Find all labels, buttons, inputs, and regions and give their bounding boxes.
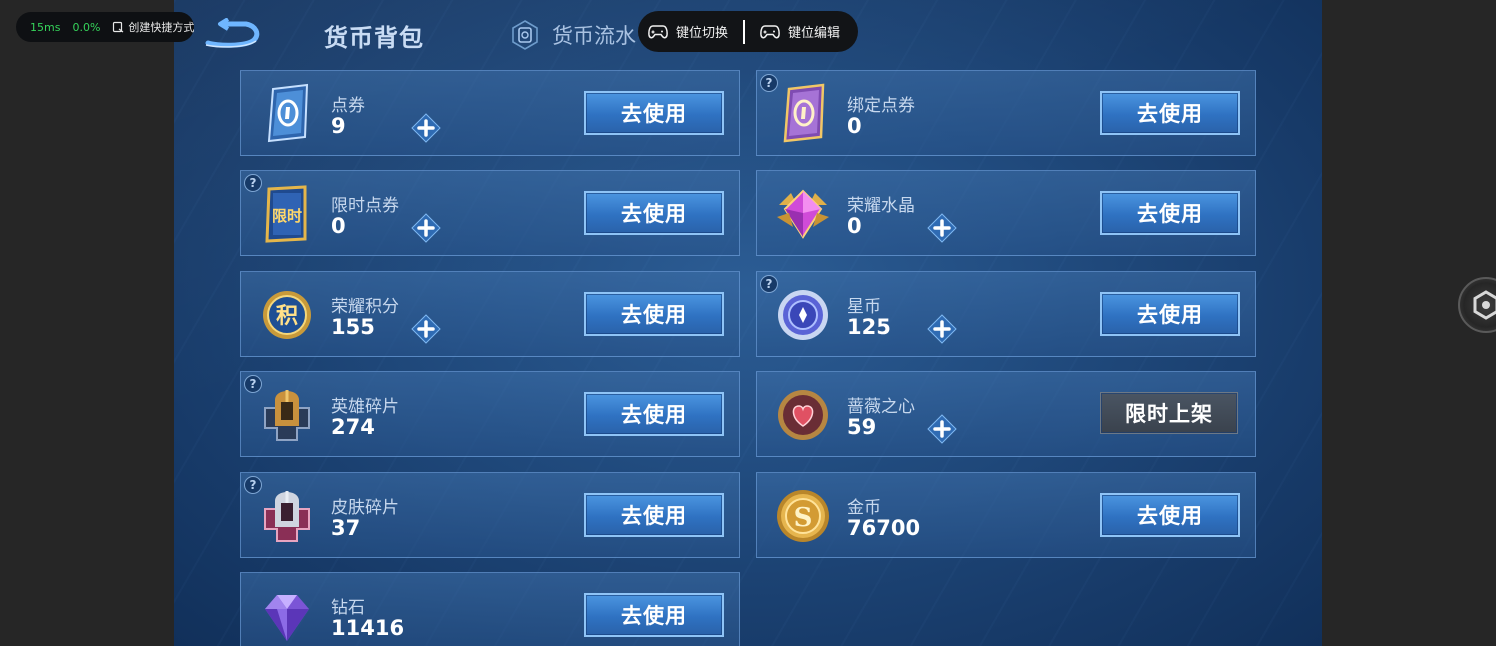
currency-card: ? 星币 125 去使用	[756, 270, 1256, 357]
skin-fragment-icon	[259, 485, 315, 547]
currency-name: 蔷薇之心	[847, 397, 915, 418]
currency-name: 绑定点券	[847, 96, 915, 116]
currency-name: 荣耀水晶	[847, 196, 915, 217]
currency-name: 点券	[331, 96, 365, 116]
currency-name: 星币	[847, 296, 881, 317]
diamond-icon	[259, 585, 315, 646]
hexagon-icon	[1473, 290, 1496, 320]
use-button[interactable]: 去使用	[584, 392, 724, 437]
create-shortcut-button[interactable]: 创建快捷方式	[112, 19, 194, 35]
currency-count: 76700	[847, 515, 921, 540]
toolbar-divider	[743, 19, 746, 44]
bound-coupon-card-icon	[775, 83, 831, 145]
svg-text:限时: 限时	[272, 207, 302, 225]
add-currency-icon[interactable]	[411, 314, 441, 344]
use-button[interactable]: 去使用	[584, 191, 724, 236]
limited-time-button[interactable]: 限时上架	[1100, 392, 1238, 435]
glory-points-icon: 积	[259, 284, 315, 346]
currency-card: S 金币 76700 去使用	[756, 471, 1256, 558]
svg-text:S: S	[794, 503, 813, 533]
keymap-switch-button[interactable]: 键位切换	[648, 22, 728, 41]
tab-currency-flow[interactable]: 货币流水	[510, 20, 636, 50]
use-button[interactable]: 去使用	[584, 593, 724, 637]
currency-name: 限时点券	[331, 196, 399, 217]
floating-control-button[interactable]	[1458, 277, 1496, 333]
screen: 货币背包 货币流水 点券 9 去使用? 绑定点券 0 去使用? 限时 限时点券 0 去使用 荣耀水晶…	[0, 0, 1496, 646]
currency-card: ? 限时 限时点券 0 去使用	[240, 170, 740, 257]
coupon-card-icon	[259, 83, 315, 145]
currency-card: 蔷薇之心 59 限时上架	[756, 371, 1256, 458]
add-currency-icon[interactable]	[411, 113, 441, 143]
currency-count: 37	[331, 515, 361, 540]
currency-count: 0	[847, 114, 862, 138]
add-currency-icon[interactable]	[927, 414, 957, 444]
keymap-toolbar: 键位切换 键位编辑	[638, 11, 858, 52]
glory-crystal-icon	[775, 183, 831, 245]
add-currency-icon[interactable]	[927, 213, 957, 244]
keymap-edit-label: 键位编辑	[788, 26, 841, 41]
shortcut-icon	[113, 21, 124, 33]
gold-coin-icon: S	[775, 485, 831, 547]
packet-loss-readout: 0.0%	[72, 20, 101, 34]
currency-count: 59	[847, 415, 877, 440]
currency-name: 钻石	[331, 598, 365, 618]
currency-count: 11416	[331, 616, 405, 640]
performance-overlay: 15ms 0.0% 创建快捷方式	[16, 12, 194, 42]
gamepad-edit-icon	[760, 24, 780, 38]
currency-card: 荣耀水晶 0 去使用	[756, 170, 1256, 257]
hero-fragment-icon	[259, 384, 315, 446]
use-button[interactable]: 去使用	[584, 492, 724, 537]
gamepad-icon	[648, 24, 668, 38]
add-currency-icon[interactable]	[411, 213, 441, 244]
game-view: 货币背包 货币流水 点券 9 去使用? 绑定点券 0 去使用? 限时 限时点券 0 去使用 荣耀水晶…	[174, 0, 1322, 646]
currency-card: ? 英雄碎片 274 去使用	[240, 371, 740, 458]
create-shortcut-label: 创建快捷方式	[128, 21, 195, 34]
currency-card: ? 绑定点券 0 去使用	[756, 70, 1256, 156]
rose-heart-icon	[775, 384, 831, 446]
svg-text:积: 积	[276, 304, 298, 329]
currency-name: 金币	[847, 497, 881, 518]
tab-currency-bag[interactable]: 货币背包	[324, 18, 424, 53]
currency-card: 点券 9 去使用	[240, 70, 740, 156]
star-coin-icon	[775, 284, 831, 346]
currency-card: 钻石 11416 去使用	[240, 572, 740, 646]
use-button[interactable]: 去使用	[1100, 492, 1240, 537]
use-button[interactable]: 去使用	[1100, 91, 1240, 135]
use-button[interactable]: 去使用	[1100, 191, 1240, 236]
limited-coupon-icon: 限时	[259, 183, 315, 245]
use-button[interactable]: 去使用	[584, 291, 724, 336]
latency-readout: 15ms	[30, 20, 61, 34]
currency-count: 0	[331, 214, 346, 239]
keymap-edit-button[interactable]: 键位编辑	[760, 22, 840, 41]
currency-count: 274	[331, 415, 375, 440]
currency-count: 125	[847, 314, 891, 339]
use-button[interactable]: 去使用	[1100, 291, 1240, 336]
currency-name: 皮肤碎片	[331, 497, 399, 518]
use-button[interactable]: 去使用	[584, 91, 724, 135]
currency-count: 0	[847, 214, 862, 239]
currency-name: 英雄碎片	[331, 397, 399, 418]
currency-name: 荣耀积分	[331, 296, 399, 317]
currency-count: 9	[331, 114, 346, 138]
currency-count: 155	[331, 314, 375, 339]
currency-card: 积 荣耀积分 155 去使用	[240, 270, 740, 357]
tab-currency-flow-label: 货币流水	[552, 24, 636, 48]
back-arrow-icon[interactable]	[202, 18, 262, 52]
currency-card: ? 皮肤碎片 37 去使用	[240, 471, 740, 558]
keymap-switch-label: 键位切换	[676, 26, 729, 41]
ledger-icon	[512, 20, 538, 50]
add-currency-icon[interactable]	[927, 314, 957, 344]
